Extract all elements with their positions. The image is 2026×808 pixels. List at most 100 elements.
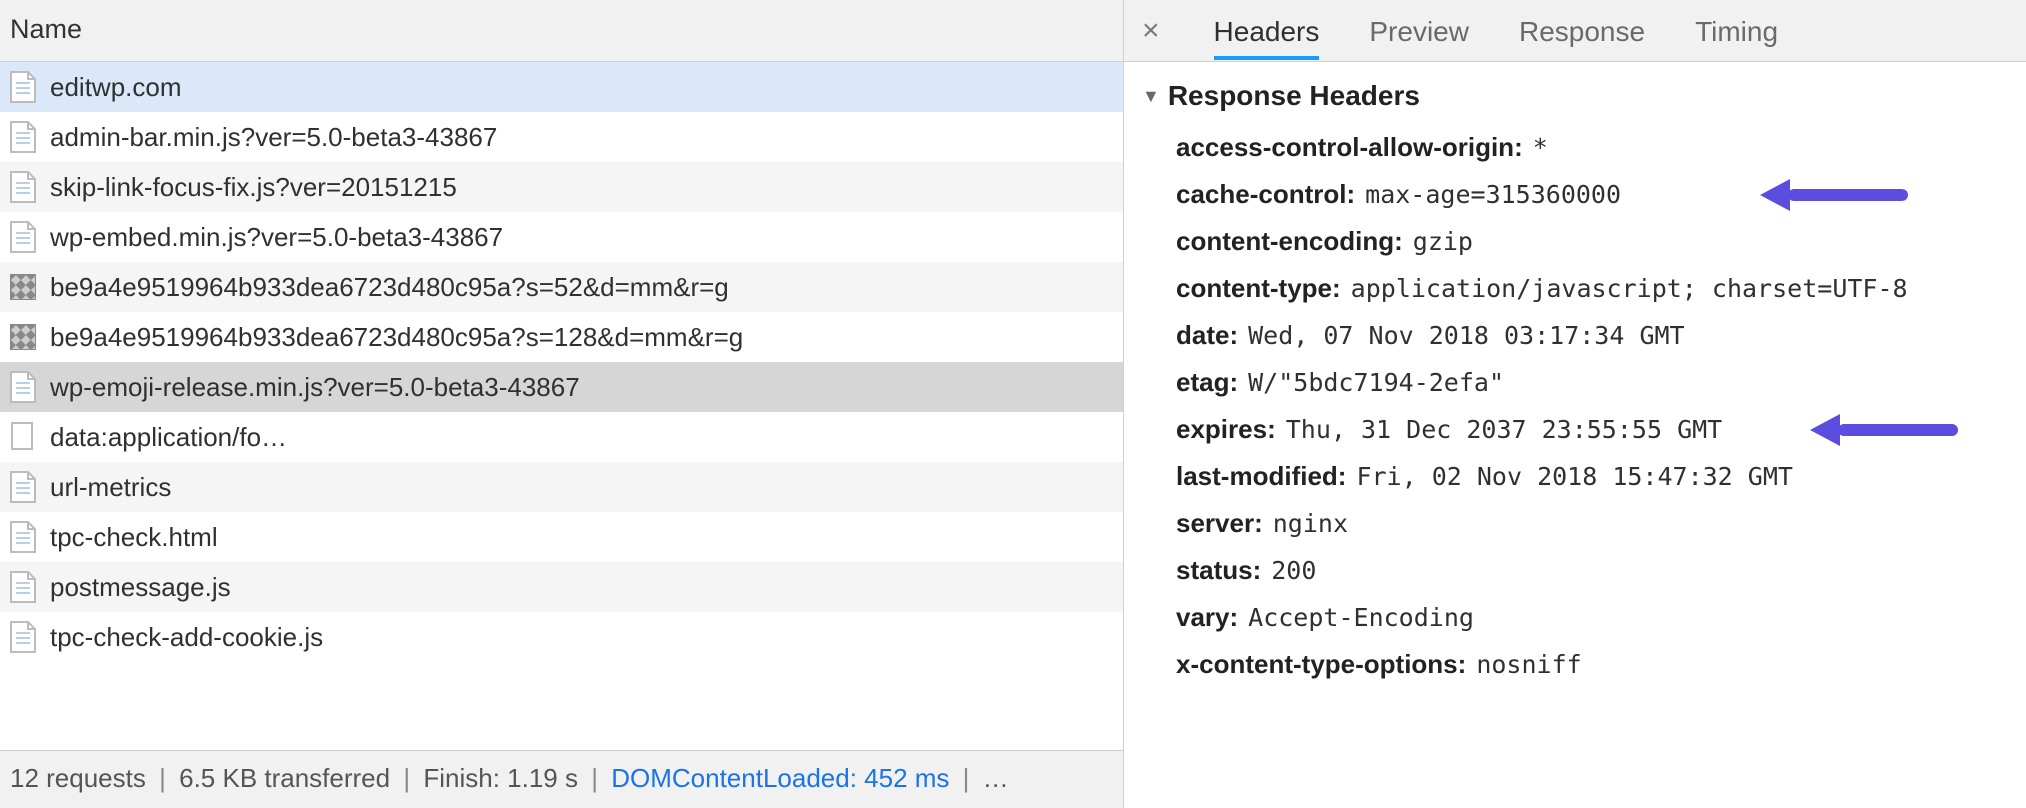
header-value: Accept-Encoding	[1248, 603, 1474, 632]
request-row[interactable]: tpc-check.html	[0, 512, 1123, 562]
triangle-down-icon: ▼	[1142, 86, 1160, 107]
header-entry: content-encoding: gzip	[1142, 218, 2008, 265]
file-icon	[10, 621, 36, 653]
response-headers-list: access-control-allow-origin: * cache-contr…	[1142, 124, 2008, 688]
request-row[interactable]: wp-embed.min.js?ver=5.0-beta3-43867	[0, 212, 1123, 262]
file-icon	[10, 571, 36, 603]
section-title: Response Headers	[1168, 80, 1420, 112]
header-value: nginx	[1273, 509, 1348, 538]
annotation-arrow-icon	[1760, 179, 1908, 211]
header-entry: cache-control: max-age=315360000	[1142, 171, 2008, 218]
request-name: skip-link-focus-fix.js?ver=20151215	[50, 172, 457, 203]
request-row[interactable]: wp-emoji-release.min.js?ver=5.0-beta3-43…	[0, 362, 1123, 412]
file-icon	[10, 371, 36, 403]
file-icon	[10, 121, 36, 153]
header-key: etag:	[1176, 367, 1238, 398]
request-row[interactable]: be9a4e9519964b933dea6723d480c95a?s=128&d…	[0, 312, 1123, 362]
tab-response[interactable]: Response	[1519, 2, 1645, 60]
request-row[interactable]: data:application/fo…	[0, 412, 1123, 462]
header-key: content-encoding:	[1176, 226, 1403, 257]
request-row[interactable]: be9a4e9519964b933dea6723d480c95a?s=52&d=…	[0, 262, 1123, 312]
header-value: max-age=315360000	[1365, 180, 1621, 209]
header-key: expires:	[1176, 414, 1276, 445]
request-name: editwp.com	[50, 72, 182, 103]
header-value: Thu, 31 Dec 2037 23:55:55 GMT	[1286, 415, 1723, 444]
request-name: wp-emoji-release.min.js?ver=5.0-beta3-43…	[50, 372, 580, 403]
header-entry: expires: Thu, 31 Dec 2037 23:55:55 GMT	[1142, 406, 2008, 453]
status-ellipsis: …	[983, 763, 1009, 793]
header-value: *	[1533, 133, 1548, 162]
separator: |	[397, 763, 416, 793]
response-headers-section[interactable]: ▼ Response Headers	[1142, 80, 2008, 112]
header-value: Wed, 07 Nov 2018 03:17:34 GMT	[1248, 321, 1685, 350]
request-row[interactable]: tpc-check-add-cookie.js	[0, 612, 1123, 662]
request-name: be9a4e9519964b933dea6723d480c95a?s=128&d…	[50, 322, 743, 353]
request-name: tpc-check.html	[50, 522, 218, 553]
close-icon[interactable]: ×	[1142, 14, 1160, 48]
request-name: postmessage.js	[50, 572, 231, 603]
file-icon	[10, 71, 36, 103]
header-entry: content-type: application/javascript; cha…	[1142, 265, 2008, 312]
tab-timing[interactable]: Timing	[1695, 2, 1778, 60]
header-value: nosniff	[1476, 650, 1581, 679]
request-name: url-metrics	[50, 472, 171, 503]
header-entry: access-control-allow-origin: *	[1142, 124, 2008, 171]
requests-panel: Name editwp.com admin-bar.min.js?ver=5.0-…	[0, 0, 1124, 808]
request-row[interactable]: editwp.com	[0, 62, 1123, 112]
header-key: content-type:	[1176, 273, 1341, 304]
file-icon	[10, 471, 36, 503]
header-entry: vary: Accept-Encoding	[1142, 594, 2008, 641]
file-icon	[10, 421, 36, 453]
header-entry: last-modified: Fri, 02 Nov 2018 15:47:32 …	[1142, 453, 2008, 500]
status-requests: 12 requests	[10, 763, 146, 793]
image-icon	[10, 321, 36, 353]
file-icon	[10, 521, 36, 553]
header-key: access-control-allow-origin:	[1176, 132, 1523, 163]
request-name: admin-bar.min.js?ver=5.0-beta3-43867	[50, 122, 497, 153]
details-tabs: × Headers Preview Response Timing	[1124, 0, 2026, 62]
header-key: status:	[1176, 555, 1261, 586]
header-entry: status: 200	[1142, 547, 2008, 594]
header-entry: etag: W/"5bdc7194-2efa"	[1142, 359, 2008, 406]
status-transferred: 6.5 KB transferred	[179, 763, 390, 793]
header-value: gzip	[1413, 227, 1473, 256]
tab-preview[interactable]: Preview	[1369, 2, 1469, 60]
header-value: Fri, 02 Nov 2018 15:47:32 GMT	[1356, 462, 1793, 491]
separator: |	[957, 763, 976, 793]
details-panel: × Headers Preview Response Timing ▼ Resp…	[1124, 0, 2026, 808]
header-key: last-modified:	[1176, 461, 1346, 492]
details-body: ▼ Response Headers access-control-allow-…	[1124, 62, 2026, 808]
image-icon	[10, 271, 36, 303]
column-header-name[interactable]: Name	[0, 0, 1123, 62]
header-value: 200	[1271, 556, 1316, 585]
header-entry: server: nginx	[1142, 500, 2008, 547]
header-value: W/"5bdc7194-2efa"	[1248, 368, 1504, 397]
separator: |	[585, 763, 604, 793]
separator: |	[153, 763, 172, 793]
file-icon	[10, 171, 36, 203]
request-name: be9a4e9519964b933dea6723d480c95a?s=52&d=…	[50, 272, 729, 303]
header-key: vary:	[1176, 602, 1238, 633]
header-key: x-content-type-options:	[1176, 649, 1466, 680]
file-icon	[10, 221, 36, 253]
request-row[interactable]: postmessage.js	[0, 562, 1123, 612]
status-finish: Finish: 1.19 s	[423, 763, 578, 793]
header-key: date:	[1176, 320, 1238, 351]
header-entry: x-content-type-options: nosniff	[1142, 641, 2008, 688]
devtools-network-panel: Name editwp.com admin-bar.min.js?ver=5.0-…	[0, 0, 2026, 808]
annotation-arrow-icon	[1810, 414, 1958, 446]
request-row[interactable]: admin-bar.min.js?ver=5.0-beta3-43867	[0, 112, 1123, 162]
status-bar: 12 requests | 6.5 KB transferred | Finis…	[0, 750, 1123, 808]
request-name: wp-embed.min.js?ver=5.0-beta3-43867	[50, 222, 503, 253]
request-name: tpc-check-add-cookie.js	[50, 622, 323, 653]
header-value: application/javascript; charset=UTF-8	[1351, 274, 1908, 303]
status-domcontentloaded: DOMContentLoaded: 452 ms	[611, 763, 949, 793]
header-key: server:	[1176, 508, 1263, 539]
request-row[interactable]: url-metrics	[0, 462, 1123, 512]
tab-headers[interactable]: Headers	[1214, 2, 1320, 60]
header-entry: date: Wed, 07 Nov 2018 03:17:34 GMT	[1142, 312, 2008, 359]
header-key: cache-control:	[1176, 179, 1355, 210]
requests-list: editwp.com admin-bar.min.js?ver=5.0-beta3…	[0, 62, 1123, 750]
request-name: data:application/fo…	[50, 422, 287, 453]
request-row[interactable]: skip-link-focus-fix.js?ver=20151215	[0, 162, 1123, 212]
